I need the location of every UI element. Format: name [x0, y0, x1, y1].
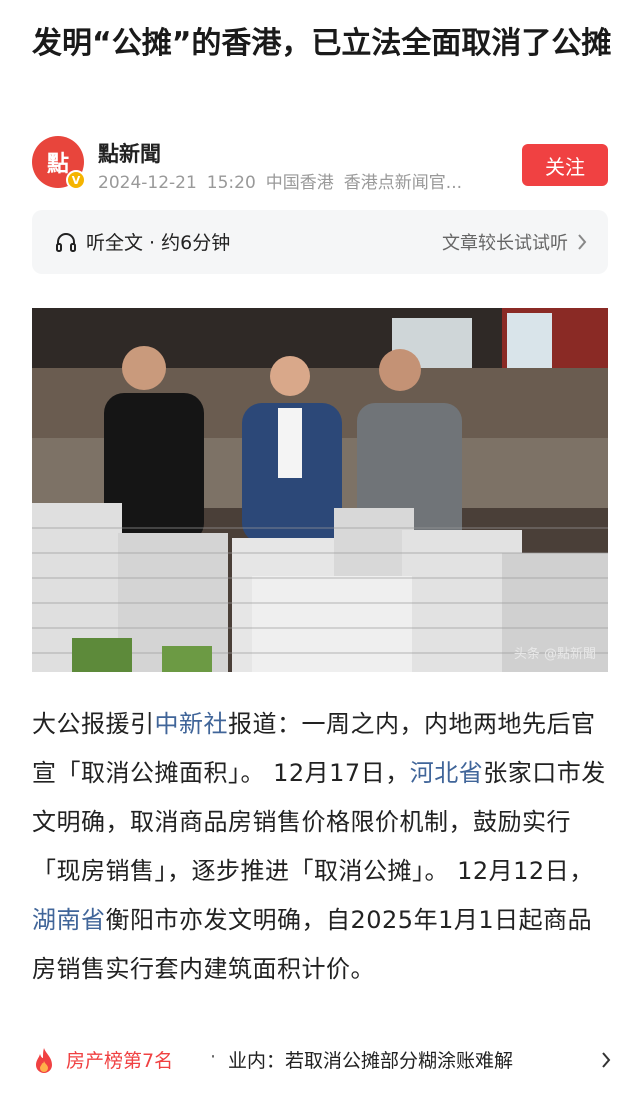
- author-name[interactable]: 點新聞: [98, 138, 161, 168]
- body-text-4: 衡阳市亦发文明确，自2025年1月1日起商品房销售实行套内建筑面积计价。: [32, 906, 593, 983]
- publish-source: 香港点新闻官...: [343, 173, 463, 193]
- verified-icon: V: [66, 170, 86, 190]
- body-text-1: 大公报援引: [32, 710, 155, 738]
- listen-bar[interactable]: 听全文 · 约6分钟 文章较长试试听: [32, 210, 608, 274]
- listen-hint: 文章较长试试听: [442, 233, 568, 254]
- rank-headline: 业内：若取消公摊部分糊涂账难解: [228, 1050, 514, 1072]
- article-body: 大公报援引中新社报道：一周之内，内地两地先后官宣「取消公摊面积」。 12月17日…: [32, 700, 610, 1026]
- link-hebei[interactable]: 河北省: [410, 759, 484, 787]
- rank-separator: ·: [210, 1046, 217, 1068]
- publish-date: 2024-12-21: [98, 173, 197, 193]
- article-meta: 2024-12-21 15:20 中国香港 香港点新闻官...: [98, 168, 472, 193]
- author-row: 點 V 點新聞 2024-12-21 15:20 中国香港 香港点新闻官... 关注: [32, 136, 608, 196]
- listen-label: 听全文 · 约6分钟: [86, 232, 231, 254]
- publish-location: 中国香港: [265, 173, 334, 193]
- follow-button[interactable]: 关注: [522, 144, 608, 186]
- chevron-right-icon: [578, 234, 587, 250]
- article-title: 发明“公摊”的香港，已立法全面取消了公摊: [32, 26, 612, 61]
- photo-watermark: 头条 @點新聞: [513, 647, 596, 662]
- article-photo[interactable]: 头条 @點新聞: [32, 308, 608, 672]
- hot-ranking-bar[interactable]: 房产榜第7名 · 业内：若取消公摊部分糊涂账难解: [0, 1028, 640, 1105]
- photo-illustration: [32, 308, 608, 672]
- rank-label: 房产榜第7名: [66, 1050, 174, 1072]
- publish-time: 15:20: [206, 173, 256, 193]
- fire-icon: [36, 1048, 52, 1073]
- avatar-logo: 點: [46, 152, 69, 177]
- link-zhongxinshe[interactable]: 中新社: [155, 710, 229, 738]
- link-hunan[interactable]: 湖南省: [32, 906, 106, 934]
- chevron-right-icon: [602, 1052, 611, 1068]
- headphone-icon: [56, 233, 76, 252]
